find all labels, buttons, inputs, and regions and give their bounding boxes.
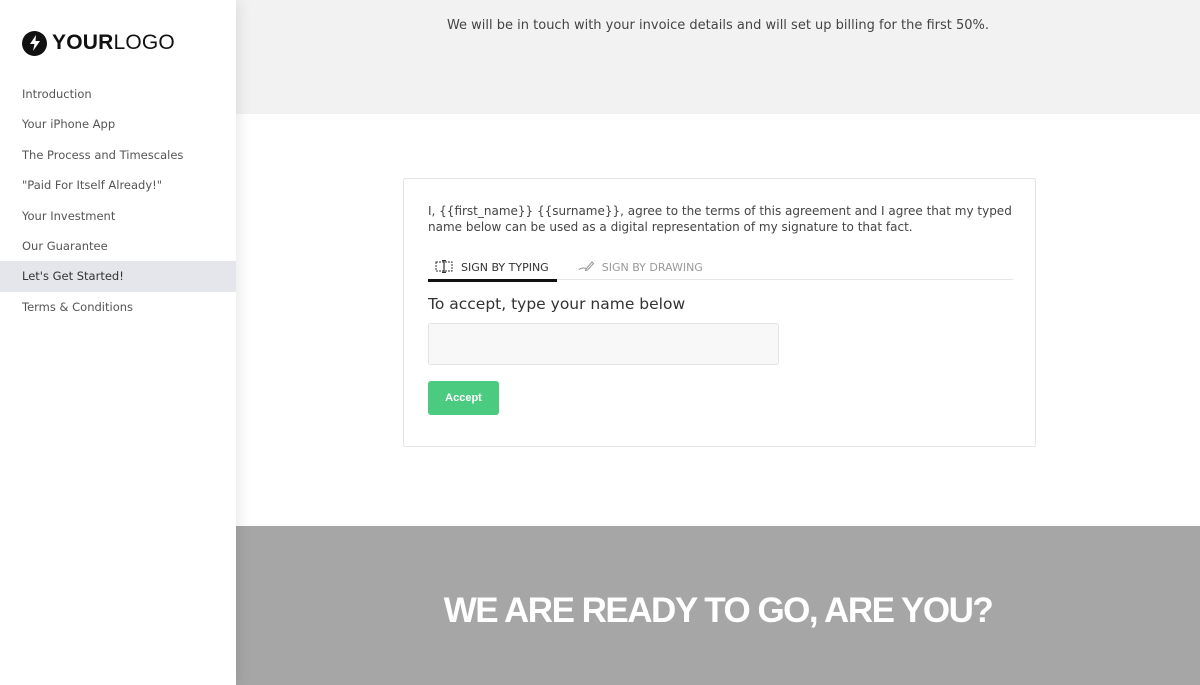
signature-card: I, {{first_name}} {{surname}}, agree to … (403, 178, 1036, 447)
sidebar-item-guarantee[interactable]: Our Guarantee (0, 231, 236, 261)
logo-text: YOURLOGO (52, 31, 175, 55)
cta-heading: WE ARE READY TO GO, ARE YOU? (443, 591, 994, 630)
sidebar-item-iphone-app[interactable]: Your iPhone App (0, 109, 236, 139)
tab-sign-by-typing[interactable]: SIGN BY TYPING (428, 255, 557, 282)
keyboard-cursor-icon (435, 259, 461, 276)
sidebar-item-terms[interactable]: Terms & Conditions (0, 292, 236, 322)
main-content: We will be in touch with your invoice de… (236, 0, 1200, 685)
sidebar-item-investment[interactable]: Your Investment (0, 201, 236, 231)
signature-tabs: SIGN BY TYPING SIGN BY DRAWING (428, 255, 1013, 282)
lightning-bolt-icon (22, 30, 47, 56)
name-field-label: To accept, type your name below (428, 295, 686, 313)
tab-sign-by-typing-label: SIGN BY TYPING (461, 261, 549, 274)
accept-button[interactable]: Accept (428, 381, 499, 415)
sidebar-item-paid-for-itself[interactable]: "Paid For Itself Already!" (0, 170, 236, 200)
tab-sign-by-drawing-label: SIGN BY DRAWING (601, 261, 703, 274)
sidebar: YOURLOGO Introduction Your iPhone App Th… (0, 0, 236, 685)
logo-text-light: LOGO (113, 31, 175, 54)
billing-notice-text: We will be in touch with your invoice de… (446, 18, 990, 33)
logo[interactable]: YOURLOGO (22, 30, 175, 56)
sidebar-item-get-started[interactable]: Let's Get Started! (0, 261, 236, 292)
agreement-text: I, {{first_name}} {{surname}}, agree to … (428, 204, 1012, 234)
sidebar-item-introduction[interactable]: Introduction (0, 79, 236, 109)
sidebar-item-process-timescales[interactable]: The Process and Timescales (0, 140, 236, 170)
billing-notice-section: We will be in touch with your invoice de… (236, 0, 1200, 114)
logo-text-bold: YOUR (52, 31, 114, 54)
tab-sign-by-drawing[interactable]: SIGN BY DRAWING (571, 255, 711, 280)
cta-section: WE ARE READY TO GO, ARE YOU? (236, 526, 1200, 685)
signature-name-input[interactable] (428, 323, 779, 365)
pen-icon (578, 260, 602, 275)
sidebar-nav: Introduction Your iPhone App The Process… (0, 79, 236, 322)
